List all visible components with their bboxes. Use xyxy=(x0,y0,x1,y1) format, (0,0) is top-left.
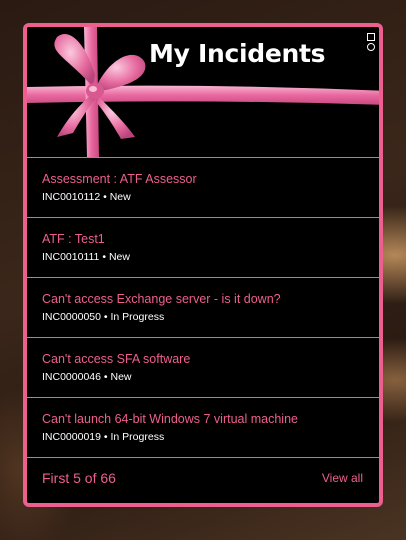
incident-list-item[interactable]: ATF : Test1 INC0010111 • New xyxy=(27,218,379,278)
incident-state: New xyxy=(108,251,130,263)
widget-footer: First 5 of 66 View all xyxy=(27,458,379,494)
incident-meta: INC0000019 • In Progress xyxy=(42,431,379,444)
widget-options-icon[interactable] xyxy=(366,33,376,59)
incident-list-item[interactable]: Assessment : ATF Assessor INC0010112 • N… xyxy=(27,158,379,218)
incident-state: New xyxy=(110,371,132,383)
my-incidents-widget: My Incidents Assessment : ATF Assessor I… xyxy=(23,23,383,507)
incident-state: New xyxy=(109,191,131,203)
incident-list: Assessment : ATF Assessor INC0010112 • N… xyxy=(27,158,379,458)
incident-title[interactable]: Can't access Exchange server - is it dow… xyxy=(42,291,379,307)
view-all-link[interactable]: View all xyxy=(322,470,363,486)
incident-state: In Progress xyxy=(110,311,165,323)
pagination-count: First 5 of 66 xyxy=(42,470,116,486)
widget-header: My Incidents xyxy=(27,27,379,158)
meta-separator: • xyxy=(103,371,108,383)
incident-number: INC0000019 xyxy=(42,431,101,443)
meta-separator: • xyxy=(103,191,107,203)
incident-title[interactable]: ATF : Test1 xyxy=(42,231,379,247)
incident-state: In Progress xyxy=(110,431,165,443)
incident-number: INC0000050 xyxy=(42,311,101,323)
incident-title[interactable]: Can't access SFA software xyxy=(42,351,379,367)
incident-number: INC0010112 xyxy=(42,191,101,203)
meta-separator: • xyxy=(103,311,108,323)
meta-separator: • xyxy=(102,251,107,263)
incident-meta: INC0000046 • New xyxy=(42,371,379,384)
incident-list-item[interactable]: Can't access SFA software INC0000046 • N… xyxy=(27,338,379,398)
incident-meta: INC0000050 • In Progress xyxy=(42,311,379,324)
incident-title[interactable]: Can't launch 64-bit Windows 7 virtual ma… xyxy=(42,411,379,427)
incident-title[interactable]: Assessment : ATF Assessor xyxy=(42,171,379,187)
incident-list-item[interactable]: Can't access Exchange server - is it dow… xyxy=(27,278,379,338)
meta-separator: • xyxy=(103,431,108,443)
incident-number: INC0000046 xyxy=(42,371,101,383)
widget-title: My Incidents xyxy=(149,39,326,68)
incident-list-item[interactable]: Can't launch 64-bit Windows 7 virtual ma… xyxy=(27,398,379,458)
incident-number: INC0010111 xyxy=(42,251,100,263)
incident-meta: INC0010111 • New xyxy=(42,251,379,264)
incident-meta: INC0010112 • New xyxy=(42,191,379,204)
